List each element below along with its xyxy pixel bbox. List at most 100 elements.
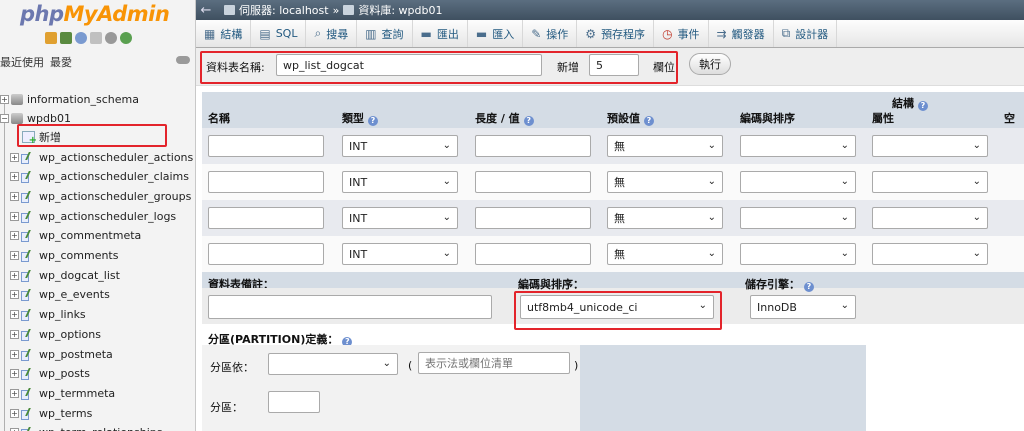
sidebar-table-item[interactable]: + wp_actionscheduler_groups	[10, 187, 191, 205]
column-name-input[interactable]	[208, 207, 324, 229]
structure-icon: ▦	[204, 26, 216, 41]
sidebar-table-item[interactable]: + wp_termmeta	[10, 384, 115, 402]
column-type-select[interactable]: INT ⌄	[342, 171, 458, 193]
expand-icon[interactable]: +	[10, 152, 19, 162]
column-default-select[interactable]: 無 ⌄	[607, 207, 723, 229]
column-type-select[interactable]: INT ⌄	[342, 207, 458, 229]
tab-events[interactable]: ◷ 事件	[654, 20, 709, 47]
expand-icon[interactable]: +	[10, 231, 19, 241]
tab-designer[interactable]: ⧉ 設計器	[774, 20, 838, 47]
sidebar-table-item[interactable]: + wp_terms	[10, 404, 92, 422]
help-icon[interactable]: ?	[804, 282, 814, 292]
help-icon[interactable]	[75, 32, 87, 44]
column-name-input[interactable]	[208, 243, 324, 265]
sidebar-table-item[interactable]: + wp_comments	[10, 247, 118, 265]
breadcrumb-server[interactable]: 伺服器: localhost	[239, 2, 329, 18]
expand-icon[interactable]: +	[10, 408, 19, 418]
column-length-input[interactable]	[475, 171, 591, 193]
partition-by-select[interactable]: ⌄	[268, 353, 398, 375]
help-icon[interactable]: ?	[918, 101, 928, 111]
expand-icon[interactable]: +	[10, 211, 19, 221]
structure-title: 結構?	[892, 95, 928, 111]
expand-icon[interactable]: +	[10, 270, 19, 280]
tab-routines[interactable]: ⚙ 預存程序	[577, 20, 655, 47]
column-collation-select[interactable]: ⌄	[740, 207, 856, 229]
sidebar-table-item[interactable]: + wp_actionscheduler_logs	[10, 207, 176, 225]
expand-icon[interactable]: +	[10, 388, 19, 398]
sidebar-db-wpdb01[interactable]: − wpdb01	[0, 109, 71, 127]
tab-triggers[interactable]: ⇉ 觸發器	[709, 20, 774, 47]
column-collation-select[interactable]: ⌄	[740, 171, 856, 193]
back-arrow-icon[interactable]: ←	[196, 3, 216, 18]
recent-tab[interactable]: 最近使用	[0, 56, 44, 69]
sidebar-table-item[interactable]: + wp_posts	[10, 365, 90, 383]
column-name-input[interactable]	[208, 171, 324, 193]
storage-engine-select[interactable]: InnoDB ⌄	[750, 295, 856, 319]
column-length-input[interactable]	[475, 207, 591, 229]
column-attributes-select[interactable]: ⌄	[872, 207, 988, 229]
help-icon[interactable]: ?	[523, 116, 534, 126]
column-default-select[interactable]: 無 ⌄	[607, 243, 723, 265]
table-collation-select[interactable]: utf8mb4_unicode_ci ⌄	[520, 295, 714, 319]
sidebar-table-item[interactable]: + wp_commentmeta	[10, 227, 141, 245]
docs-icon[interactable]	[90, 32, 102, 44]
logout-icon[interactable]	[60, 32, 72, 44]
sidebar-table-item[interactable]: + wp_links	[10, 306, 86, 324]
settings-gear-icon[interactable]	[105, 32, 117, 44]
column-length-input[interactable]	[475, 135, 591, 157]
tab-operations[interactable]: ✎ 操作	[523, 20, 578, 47]
column-attributes-select[interactable]: ⌄	[872, 243, 988, 265]
expand-icon[interactable]: +	[10, 349, 19, 359]
collapse-icon[interactable]: −	[0, 113, 9, 123]
favorites-tab[interactable]: 最愛	[50, 56, 72, 69]
column-collation-select[interactable]: ⌄	[740, 243, 856, 265]
column-attributes-select[interactable]: ⌄	[872, 171, 988, 193]
sidebar-table-item[interactable]: +wp_term_relationships	[10, 424, 163, 431]
partitions-count-input[interactable]	[268, 391, 320, 413]
sidebar-table-item[interactable]: + wp_options	[10, 325, 101, 343]
sidebar-new-table[interactable]: 新增	[22, 128, 61, 146]
sidebar-table-item[interactable]: + wp_actionscheduler_actions	[10, 148, 193, 166]
breadcrumb-database[interactable]: 資料庫: wpdb01	[358, 2, 442, 18]
column-type-select[interactable]: INT ⌄	[342, 243, 458, 265]
column-default-select[interactable]: 無 ⌄	[607, 135, 723, 157]
phpmyadmin-logo[interactable]: phpMyAdmin	[20, 2, 170, 26]
help-icon[interactable]: ?	[368, 116, 378, 126]
column-default-select[interactable]: 無 ⌄	[607, 171, 723, 193]
expand-icon[interactable]: +	[10, 191, 19, 201]
sidebar-table-item[interactable]: + wp_dogcat_list	[10, 266, 120, 284]
expand-icon[interactable]: +	[10, 290, 19, 300]
table-comment-input[interactable]	[208, 295, 492, 319]
help-icon[interactable]: ?	[644, 116, 654, 126]
tab-import[interactable]: ▬ 匯入	[468, 20, 524, 47]
column-collation-select[interactable]: ⌄	[740, 135, 856, 157]
sidebar-table-item[interactable]: + wp_actionscheduler_claims	[10, 168, 189, 186]
expand-icon[interactable]: +	[10, 369, 19, 379]
expand-icon[interactable]: +	[10, 172, 19, 182]
tab-search[interactable]: ⌕ 搜尋	[306, 20, 358, 47]
go-button[interactable]: 執行	[689, 53, 731, 75]
column-type-select[interactable]: INT ⌄	[342, 135, 458, 157]
tab-structure[interactable]: ▦ 結構	[196, 20, 252, 47]
column-length-input[interactable]	[475, 243, 591, 265]
expand-icon[interactable]: +	[10, 329, 19, 339]
tab-query[interactable]: ▥ 查詢	[357, 20, 413, 47]
tab-sql[interactable]: ▤ SQL	[251, 20, 307, 47]
expand-icon[interactable]: +	[10, 251, 19, 260]
sidebar-db-information-schema[interactable]: + information_schema	[0, 90, 139, 108]
link-with-main-panel-icon[interactable]	[176, 56, 190, 64]
add-columns-count-input[interactable]	[589, 54, 639, 76]
reload-icon[interactable]	[120, 32, 132, 44]
table-name-input[interactable]	[276, 54, 542, 76]
partition-panel-bg	[580, 345, 866, 431]
sidebar-table-item[interactable]: + wp_postmeta	[10, 345, 113, 363]
column-attributes-select[interactable]: ⌄	[872, 135, 988, 157]
expand-icon[interactable]: +	[0, 94, 9, 104]
column-name-input[interactable]	[208, 135, 324, 157]
table-name-bar: 資料表名稱: 新增 欄位 執行	[196, 48, 1024, 86]
sidebar-table-item[interactable]: + wp_e_events	[10, 286, 110, 304]
expand-icon[interactable]: +	[10, 310, 19, 320]
tab-export[interactable]: ▬ 匯出	[413, 20, 468, 47]
partition-expression-input[interactable]	[418, 352, 570, 374]
home-icon[interactable]	[45, 32, 57, 44]
